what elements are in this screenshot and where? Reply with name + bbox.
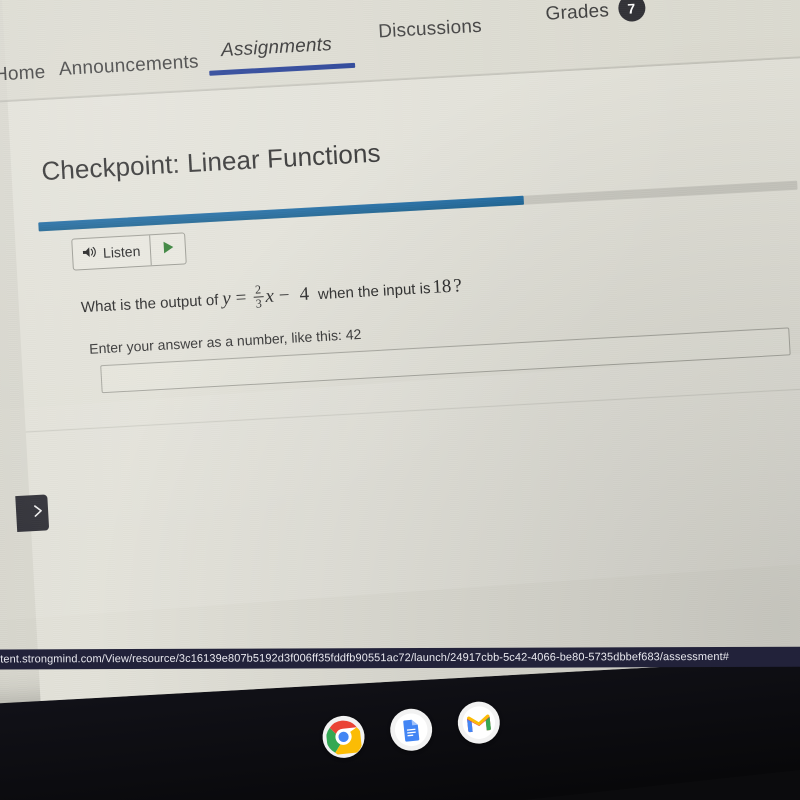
sidebar-toggle-button[interactable] (15, 494, 50, 533)
question-mark: ? (452, 275, 463, 297)
nav-tab-grades-label: Grades (545, 0, 610, 25)
laptop-screen: Home Announcements Assignments Discussio… (0, 0, 800, 705)
browser-page: Home Announcements Assignments Discussio… (0, 0, 800, 702)
nav-tab-pages[interactable]: Pages (719, 0, 775, 2)
nav-tab-announcements[interactable]: Announcements (58, 51, 199, 81)
gmail-icon[interactable] (455, 699, 502, 746)
nav-tab-home-label: Home (0, 61, 47, 86)
page-title: Checkpoint: Linear Functions (40, 137, 382, 187)
nav-tab-assignments-label: Assignments (220, 34, 333, 62)
content-divider (25, 387, 800, 433)
listen-button[interactable]: Listen (72, 235, 151, 269)
fraction-numerator: 2 (254, 282, 262, 297)
equation-fraction: 2 3 (253, 282, 264, 311)
equation-minus: − (278, 284, 291, 307)
progress-bar-fill (38, 195, 525, 232)
chrome-icon[interactable] (320, 713, 367, 760)
equation-constant: 4 (298, 283, 310, 306)
nav-tab-announcements-label: Announcements (58, 51, 200, 81)
listen-toolbar: Listen (71, 232, 188, 271)
nav-tab-assignments[interactable]: Assignments (221, 34, 333, 62)
photo-of-laptop-screen: Home Announcements Assignments Discussio… (0, 0, 800, 800)
assessment-content: Checkpoint: Linear Functions Listen What… (7, 57, 800, 702)
equation-equals: = (235, 287, 248, 309)
fraction-denominator: 3 (255, 295, 263, 311)
speaker-icon (82, 245, 98, 262)
question-input-value: 18 (431, 275, 452, 298)
nav-tab-grades[interactable]: Grades 7 (545, 0, 646, 28)
progress-bar (38, 180, 798, 232)
google-docs-icon[interactable] (388, 706, 435, 753)
question-text: What is the output of y = 2 3 x − 4 when… (80, 273, 464, 320)
active-tab-underline (209, 62, 356, 76)
grades-count-badge: 7 (617, 0, 646, 23)
question-prefix: What is the output of (80, 291, 219, 316)
equation-variable-y: y (221, 288, 232, 310)
nav-tab-pages-label: Pages (719, 0, 775, 1)
nav-tab-discussions-label: Discussions (377, 15, 483, 43)
question-middle: when the input is (317, 279, 431, 303)
question-equation: y = 2 3 x − 4 (222, 281, 315, 312)
equation-variable-x: x (264, 285, 275, 308)
nav-tab-discussions[interactable]: Discussions (378, 16, 483, 44)
listen-play-button[interactable] (149, 233, 187, 266)
chevron-right-icon (32, 503, 45, 523)
nav-tab-home[interactable]: Home (0, 62, 46, 87)
play-icon (161, 239, 175, 259)
listen-button-label: Listen (102, 242, 141, 261)
